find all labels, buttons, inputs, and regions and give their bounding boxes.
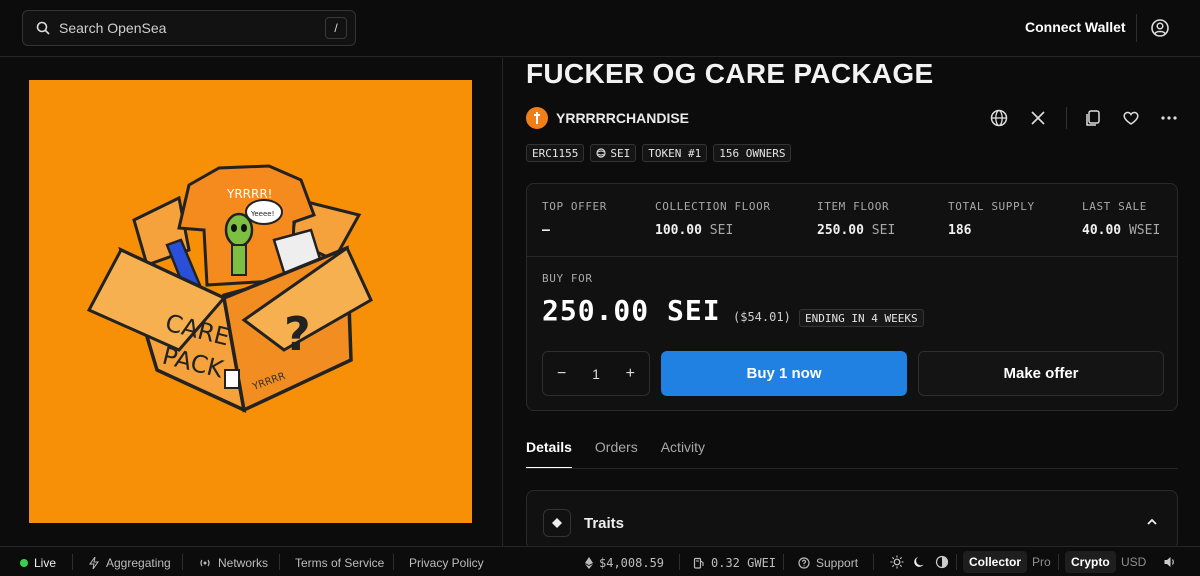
live-status[interactable]: Live — [20, 556, 56, 570]
search-bar[interactable]: Search OpenSea / — [22, 10, 356, 46]
footer-divider — [182, 554, 183, 570]
owners-tag[interactable]: 156 OWNERS — [713, 144, 792, 162]
buy-now-button[interactable]: Buy 1 now — [661, 351, 907, 396]
support-link[interactable]: Support — [798, 556, 858, 570]
usd-currency-toggle[interactable]: USD — [1115, 551, 1152, 573]
footer-divider — [873, 554, 874, 570]
crypto-currency-toggle[interactable]: Crypto — [1065, 551, 1116, 573]
broadcast-icon — [200, 559, 210, 567]
make-offer-button[interactable]: Make offer — [918, 351, 1164, 396]
footer-divider — [393, 554, 394, 570]
gas-price: 0.32 GWEI — [693, 556, 776, 570]
token-id-tag: TOKEN #1 — [642, 144, 708, 162]
tab-details[interactable]: Details — [526, 439, 572, 469]
sun-icon[interactable] — [890, 555, 904, 569]
footer-divider — [279, 554, 280, 570]
creator-logo-icon — [534, 112, 540, 124]
stat-collection-floor: COLLECTION FLOOR 100.00 SEI — [655, 200, 771, 238]
profile-icon[interactable] — [1150, 18, 1170, 38]
item-tabs: Details Orders Activity — [526, 439, 705, 469]
sei-chain-icon — [596, 148, 606, 158]
divider — [1136, 14, 1137, 42]
chain-tag[interactable]: SEI — [590, 144, 637, 162]
creator-link[interactable]: YRRRRRCHANDISE — [526, 107, 689, 129]
creator-name[interactable]: YRRRRRCHANDISE — [556, 110, 689, 126]
buy-price-usd: ($54.01) — [733, 310, 791, 324]
item-title: FUCKER OG CARE PACKAGE — [526, 58, 934, 89]
footer-divider — [679, 554, 680, 570]
aggregating-status[interactable]: Aggregating — [88, 556, 171, 570]
item-tags: ERC1155 SEI TOKEN #1 156 OWNERS — [526, 144, 792, 162]
moon-icon[interactable] — [913, 555, 927, 569]
buy-price: 250.00 SEI — [542, 294, 721, 327]
collector-mode-toggle[interactable]: Collector — [963, 551, 1028, 573]
quantity-stepper: − 1 + — [542, 351, 650, 396]
traits-accordion[interactable]: Traits — [526, 490, 1178, 550]
chevron-up-icon[interactable] — [1145, 515, 1159, 529]
x-twitter-icon[interactable] — [1028, 108, 1048, 128]
tab-orders[interactable]: Orders — [595, 439, 638, 469]
globe-icon[interactable] — [989, 108, 1009, 128]
shirt-lettering: YRRRR! — [226, 187, 273, 201]
box-question-mark: ? — [284, 307, 311, 361]
traits-icon-box — [543, 509, 571, 537]
diamond-icon — [552, 518, 562, 528]
networks-link[interactable]: Networks — [198, 556, 268, 570]
lightning-icon — [89, 557, 99, 569]
footer-divider — [1058, 554, 1059, 570]
footer-divider — [72, 554, 73, 570]
traits-label: Traits — [584, 515, 625, 532]
status-footer: Live Aggregating Networks Terms of Servi… — [0, 546, 1200, 576]
stat-top-offer: TOP OFFER – — [542, 200, 608, 238]
system-theme-icon[interactable] — [935, 555, 949, 569]
panel-divider — [527, 256, 1177, 257]
search-input[interactable]: Search OpenSea — [59, 20, 166, 36]
help-icon — [798, 557, 810, 569]
privacy-link[interactable]: Privacy Policy — [409, 556, 484, 570]
stat-last-sale: LAST SALE 40.00 WSEI — [1082, 200, 1161, 238]
creator-avatar — [526, 107, 548, 129]
top-bar: Search OpenSea / Connect Wallet — [0, 0, 1200, 57]
token-standard-tag: ERC1155 — [526, 144, 585, 162]
search-shortcut-key: / — [325, 17, 347, 39]
pro-mode-toggle[interactable]: Pro — [1026, 551, 1057, 573]
favorite-heart-icon[interactable] — [1121, 108, 1141, 128]
more-options-icon[interactable] — [1159, 108, 1179, 128]
footer-divider — [956, 554, 957, 570]
live-dot-icon — [20, 559, 28, 567]
increase-quantity-button[interactable]: + — [626, 365, 635, 383]
nft-artwork[interactable]: YRRRR! Yeeee! CARE PACK ? YRRRR — [29, 80, 472, 523]
gas-pump-icon — [693, 557, 704, 569]
terms-link[interactable]: Terms of Service — [295, 556, 384, 570]
tab-activity[interactable]: Activity — [661, 439, 705, 469]
ethereum-icon — [585, 557, 593, 569]
listing-panel: TOP OFFER – COLLECTION FLOOR 100.00 SEI … — [526, 183, 1178, 411]
speech-bubble-text: Yeeee! — [250, 210, 274, 218]
volume-icon[interactable] — [1163, 555, 1177, 569]
stat-total-supply: TOTAL SUPPLY 186 — [948, 200, 1035, 238]
quantity-input[interactable]: 1 — [592, 366, 600, 382]
decrease-quantity-button[interactable]: − — [557, 365, 566, 383]
connect-wallet-button[interactable]: Connect Wallet — [1025, 19, 1126, 35]
copy-icon[interactable] — [1083, 108, 1103, 128]
media-panel: YRRRR! Yeeee! CARE PACK ? YRRRR — [0, 58, 503, 546]
tabs-underline — [526, 468, 1178, 469]
buy-for-label: BUY FOR — [542, 272, 593, 285]
eth-price: $4,008.59 — [585, 556, 664, 570]
search-icon — [36, 21, 50, 35]
actions-divider — [1066, 107, 1067, 129]
stat-item-floor: ITEM FLOOR 250.00 SEI — [817, 200, 896, 238]
care-package-illustration: YRRRR! Yeeee! CARE PACK ? YRRRR — [86, 164, 373, 413]
listing-ending-badge: ENDING IN 4 WEEKS — [799, 309, 924, 327]
footer-divider — [783, 554, 784, 570]
